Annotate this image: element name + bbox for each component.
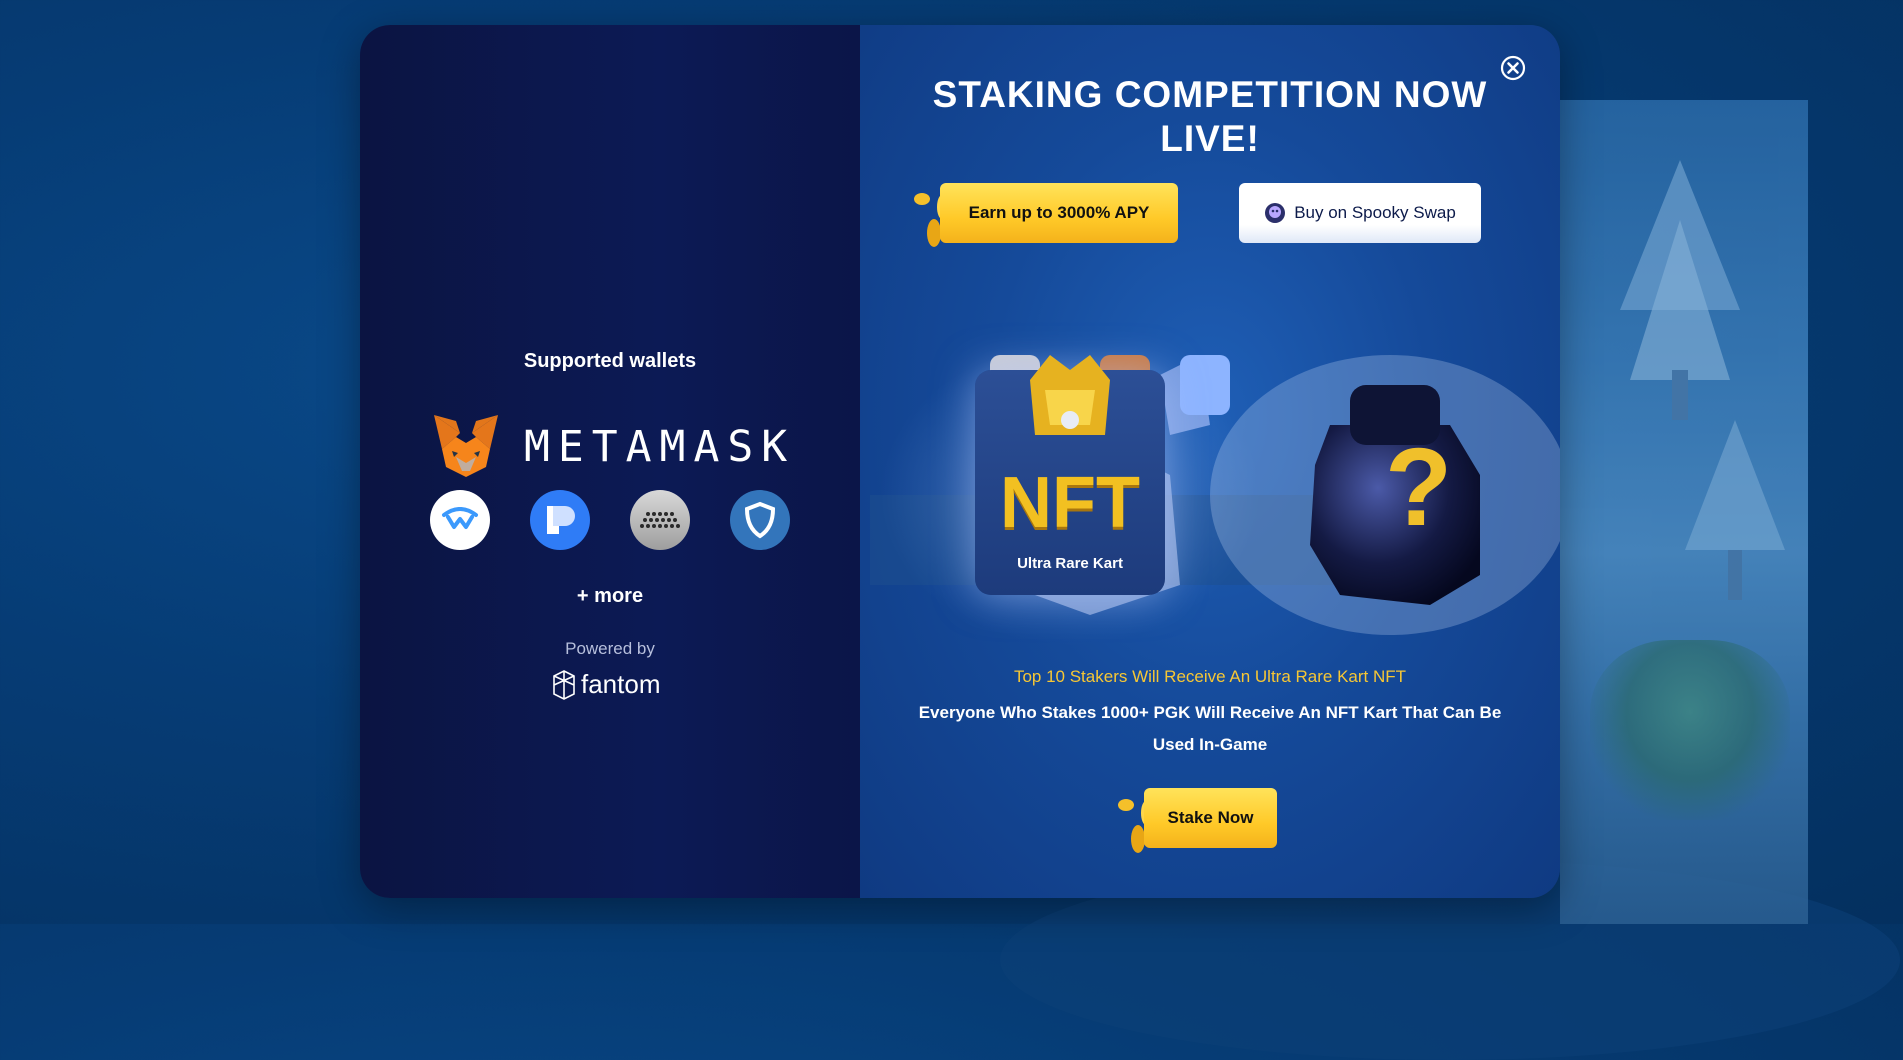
- snow-tree-icon: [1620, 160, 1740, 420]
- buy-spooky-swap-button[interactable]: Buy on Spooky Swap: [1239, 183, 1481, 243]
- earn-apy-button[interactable]: Earn up to 3000% APY: [940, 183, 1178, 243]
- nft-kart-artwork: ?: [870, 345, 1560, 645]
- gold-kart-icon: [1030, 355, 1110, 435]
- portis-icon[interactable]: [530, 490, 590, 550]
- svg-text:?: ?: [1385, 426, 1452, 549]
- metamask-fox-icon: [434, 415, 498, 477]
- nft-caption: Ultra Rare Kart: [1017, 555, 1123, 572]
- staking-modal: Supported wallets METAMASK + more Powere…: [360, 25, 1560, 898]
- buy-spooky-swap-label: Buy on Spooky Swap: [1294, 203, 1456, 222]
- stake-reward-text: Everyone Who Stakes 1000+ PGK Will Recei…: [918, 703, 1502, 754]
- nft-card: NFT Ultra Rare Kart: [975, 355, 1165, 595]
- background-kart-character: [1590, 640, 1790, 820]
- walletconnect-icon[interactable]: [430, 490, 490, 550]
- lattice-wallet-icon[interactable]: [630, 490, 690, 550]
- supported-wallets-title: Supported wallets: [523, 350, 697, 372]
- spooky-ghost-icon: [1265, 203, 1286, 223]
- fantom-label: fantom: [581, 669, 661, 699]
- fantom-logo: fantom: [553, 669, 661, 700]
- wallet-icon-row: [430, 490, 790, 550]
- promo-panel: STAKING COMPETITION NOW LIVE! Earn up to…: [860, 25, 1560, 898]
- nft-big-text: NFT: [1000, 463, 1140, 543]
- fantom-icon: [553, 669, 575, 700]
- metamask-option[interactable]: METAMASK: [430, 413, 795, 481]
- promo-headline: STAKING COMPETITION NOW LIVE!: [932, 74, 1488, 159]
- top-stakers-text: Top 10 Stakers Will Receive An Ultra Rar…: [1013, 667, 1407, 686]
- wallet-panel: Supported wallets METAMASK + more Powere…: [360, 25, 860, 898]
- powered-by-label: Powered by: [565, 639, 655, 658]
- trust-wallet-icon[interactable]: [730, 490, 790, 550]
- metamask-label: METAMASK: [524, 422, 796, 472]
- stake-now-button[interactable]: Stake Now: [1144, 788, 1277, 848]
- more-wallets-link[interactable]: + more: [360, 585, 860, 608]
- snow-tree-icon: [1685, 420, 1785, 600]
